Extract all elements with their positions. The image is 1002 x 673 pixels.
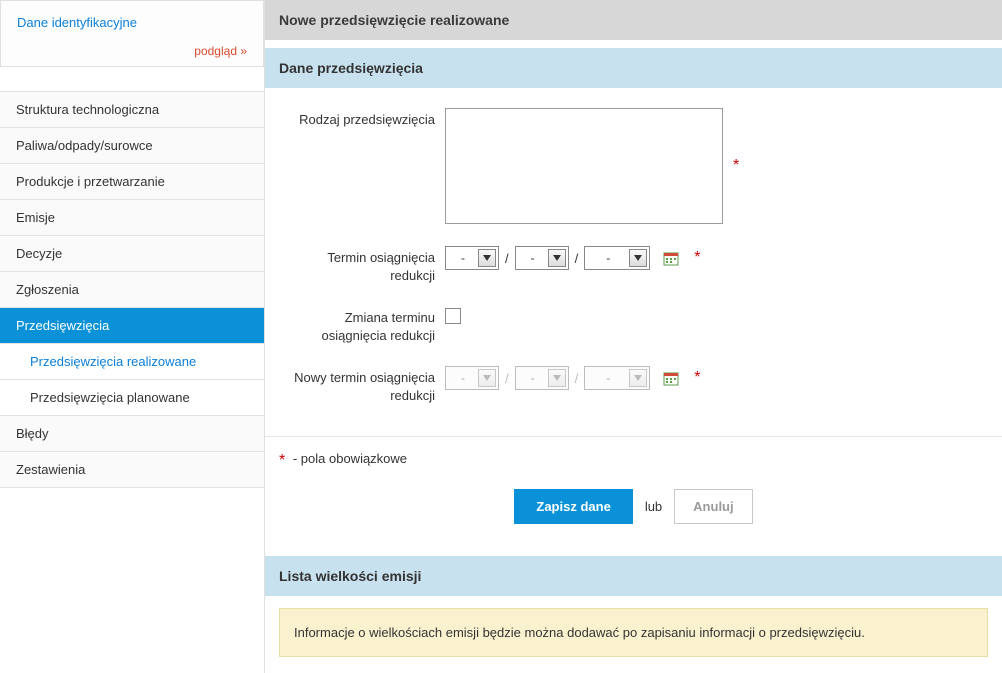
required-hint: * - pola obowiązkowe [265, 436, 1002, 485]
date-group-nowy-termin: - / - / [445, 366, 700, 390]
required-mark: * [733, 158, 739, 174]
chevron-down-icon [629, 249, 647, 267]
chevron-down-icon [478, 249, 496, 267]
or-text: lub [645, 499, 662, 514]
select-termin-day[interactable]: - [445, 246, 499, 270]
calendar-icon[interactable] [662, 369, 680, 387]
main-content: Nowe przedsięwzięcie realizowane Dane pr… [264, 0, 1002, 673]
sidebar-item-emisje[interactable]: Emisje [0, 200, 264, 236]
chevron-down-icon [548, 369, 566, 387]
cancel-button[interactable]: Anuluj [674, 489, 752, 524]
row-nowy-termin: Nowy termin osiągnięcia redukcji - / - [285, 366, 982, 404]
section-title-dane: Dane przedsięwzięcia [265, 48, 1002, 88]
date-separator: / [573, 371, 581, 386]
date-separator: / [503, 251, 511, 266]
sidebar-top-title[interactable]: Dane identyfikacyjne [17, 15, 247, 30]
section-title-lista: Lista wielkości emisji [265, 556, 1002, 596]
sidebar-menu: Struktura technologiczna Paliwa/odpady/s… [0, 91, 264, 488]
select-termin-month[interactable]: - [515, 246, 569, 270]
row-zmiana: Zmiana terminu osiągnięcia redukcji [285, 306, 982, 344]
sidebar-item-zgloszenia[interactable]: Zgłoszenia [0, 272, 264, 308]
label-rodzaj: Rodzaj przedsięwzięcia [285, 108, 445, 129]
required-mark: * [694, 250, 700, 266]
input-rodzaj[interactable] [445, 108, 723, 224]
label-termin: Termin osiągnięcia redukcji [285, 246, 445, 284]
checkbox-zmiana[interactable] [445, 308, 461, 324]
sidebar-item-zestawienia[interactable]: Zestawienia [0, 452, 264, 488]
sidebar-item-struktura[interactable]: Struktura technologiczna [0, 92, 264, 128]
page-header: Nowe przedsięwzięcie realizowane [265, 0, 1002, 40]
select-nowy-year: - [584, 366, 650, 390]
row-termin: Termin osiągnięcia redukcji - / - [285, 246, 982, 284]
sidebar: Dane identyfikacyjne podgląd » Struktura… [0, 0, 264, 673]
row-rodzaj: Rodzaj przedsięwzięcia * [285, 108, 982, 224]
date-group-termin: - / - / [445, 246, 700, 270]
sidebar-item-bledy[interactable]: Błędy [0, 416, 264, 452]
sidebar-item-decyzje[interactable]: Decyzje [0, 236, 264, 272]
sidebar-item-paliwa[interactable]: Paliwa/odpady/surowce [0, 128, 264, 164]
label-zmiana: Zmiana terminu osiągnięcia redukcji [285, 306, 445, 344]
required-mark: * [694, 370, 700, 386]
form-actions: Zapisz dane lub Anuluj [265, 485, 1002, 548]
chevron-down-icon [478, 369, 496, 387]
select-nowy-day: - [445, 366, 499, 390]
label-nowy-termin: Nowy termin osiągnięcia redukcji [285, 366, 445, 404]
chevron-down-icon [629, 369, 647, 387]
date-separator: / [573, 251, 581, 266]
required-hint-text: - pola obowiązkowe [293, 451, 407, 466]
sidebar-subitem-planowane[interactable]: Przedsięwzięcia planowane [0, 380, 264, 416]
form-area: Rodzaj przedsięwzięcia * Termin osiągnię… [265, 88, 1002, 436]
sidebar-preview-link[interactable]: podgląd » [17, 44, 247, 58]
required-mark: * [279, 452, 285, 469]
save-button[interactable]: Zapisz dane [514, 489, 632, 524]
select-termin-year[interactable]: - [584, 246, 650, 270]
chevron-down-icon [548, 249, 566, 267]
select-nowy-month: - [515, 366, 569, 390]
info-box: Informacje o wielkościach emisji będzie … [279, 608, 988, 657]
calendar-icon[interactable] [662, 249, 680, 267]
sidebar-top-panel: Dane identyfikacyjne podgląd » [0, 0, 264, 67]
sidebar-item-przedsiewziecia[interactable]: Przedsięwzięcia [0, 308, 264, 344]
date-separator: / [503, 371, 511, 386]
sidebar-item-produkcje[interactable]: Produkcje i przetwarzanie [0, 164, 264, 200]
sidebar-subitem-realizowane[interactable]: Przedsięwzięcia realizowane [0, 344, 264, 380]
